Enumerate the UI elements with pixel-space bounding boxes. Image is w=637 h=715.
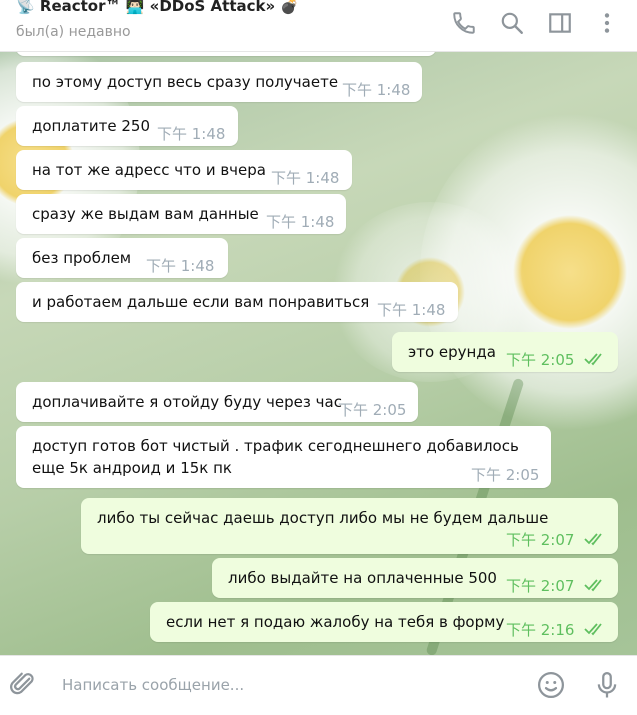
- message-bubble[interactable]: доплачивайте я отойду буду через час 下午 …: [16, 382, 418, 422]
- message-bubble[interactable]: доплатите 250 下午 1:48: [16, 106, 238, 146]
- message-text: либо выдайте на оплаченные 500: [228, 569, 497, 587]
- chat-area[interactable]: по этому доступ весь сразу получаете 下午 …: [0, 52, 637, 655]
- message-bubble-outgoing[interactable]: либо ты сейчас даешь доступ либо мы не б…: [81, 498, 618, 554]
- message-bubble-outgoing[interactable]: если нет я подаю жалобу на тебя в форму …: [150, 602, 618, 642]
- message-time: 下午 1:48: [342, 81, 411, 99]
- double-check-icon: [584, 353, 602, 366]
- message-text: по этому доступ весь сразу получаете: [32, 73, 339, 91]
- message-time: 下午 2:05: [471, 466, 540, 484]
- more-vertical-icon[interactable]: [594, 10, 620, 36]
- message-time: 下午 2:05: [338, 401, 407, 419]
- message-time: 下午 1:48: [271, 169, 340, 187]
- message-time: 下午 1:48: [266, 213, 335, 231]
- message-time: 下午 1:48: [377, 301, 446, 319]
- message-composer: [0, 655, 637, 715]
- message-text: это ерунда: [408, 343, 496, 361]
- message-text: и работаем дальше если вам понравиться: [32, 293, 370, 311]
- message-bubble[interactable]: на тот же адресс что и вчера 下午 1:48: [16, 150, 352, 190]
- message-time: 下午 2:16: [506, 621, 575, 639]
- sidebar-toggle-icon[interactable]: [547, 10, 573, 36]
- message-text: если нет я подаю жалобу на тебя в форму: [166, 613, 505, 631]
- message-time: 下午 2:07: [506, 577, 575, 595]
- message-bubble-outgoing[interactable]: это ерунда 下午 2:05: [392, 332, 618, 372]
- message-bubble[interactable]: сразу же выдам вам данные 下午 1:48: [16, 194, 346, 234]
- message-time: 下午 2:07: [506, 531, 575, 549]
- double-check-icon: [584, 623, 602, 636]
- double-check-icon: [584, 579, 602, 592]
- message-text: доплатите 250: [32, 117, 150, 135]
- message-time: 下午 2:05: [506, 351, 575, 369]
- message-bubble[interactable]: и работаем дальше если вам понравиться 下…: [16, 282, 458, 322]
- message-text: на тот же адресс что и вчера: [32, 161, 266, 179]
- message-bubble[interactable]: без проблем 下午 1:48: [16, 238, 228, 278]
- message-bubble[interactable]: доступ готов бот чистый . трафик сегодне…: [16, 426, 551, 488]
- phone-icon[interactable]: [451, 10, 477, 36]
- message-bubble[interactable]: по этому доступ весь сразу получаете 下午 …: [16, 62, 422, 102]
- message-text-line1: доступ готов бот чистый . трафик сегодне…: [32, 437, 519, 455]
- message-text: доплачивайте я отойду буду через час: [32, 393, 342, 411]
- background-flower: [420, 112, 637, 432]
- message-text: сразу же выдам вам данные: [32, 205, 259, 223]
- microphone-icon[interactable]: [592, 670, 622, 700]
- chat-header: 📡 Reactor™ 👨🏻‍💻 «DDoS Attack» 💣 был(а) н…: [0, 0, 637, 52]
- message-input[interactable]: [52, 668, 512, 702]
- paperclip-icon[interactable]: [8, 670, 38, 700]
- double-check-icon: [584, 533, 602, 546]
- search-icon[interactable]: [499, 10, 525, 36]
- message-text: либо ты сейчас даешь доступ либо мы не б…: [97, 509, 549, 527]
- message-time: 下午 1:48: [146, 257, 215, 275]
- chat-title[interactable]: 📡 Reactor™ 👨🏻‍💻 «DDoS Attack» 💣: [16, 0, 299, 15]
- smiley-icon[interactable]: [536, 670, 566, 700]
- chat-status: был(а) недавно: [16, 24, 131, 40]
- message-time: 下午 1:48: [157, 125, 226, 143]
- message-bubble-partial: [16, 52, 436, 56]
- message-bubble-outgoing[interactable]: либо выдайте на оплаченные 500 下午 2:07: [212, 558, 618, 598]
- message-text: без проблем: [32, 249, 132, 267]
- message-text-line2: еще 5к андроид и 15к пк: [32, 459, 232, 477]
